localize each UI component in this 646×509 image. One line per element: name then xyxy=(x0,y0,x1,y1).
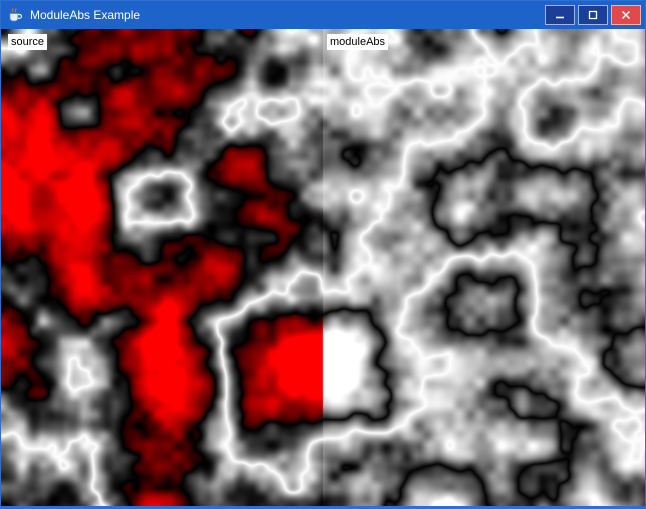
window-title: ModuleAbs Example xyxy=(30,8,140,22)
minimize-icon xyxy=(554,9,566,21)
noise-render-canvas xyxy=(1,29,645,506)
maximize-button[interactable] xyxy=(578,5,608,25)
close-icon xyxy=(620,9,632,21)
titlebar[interactable]: ModuleAbs Example xyxy=(1,1,645,29)
label-moduleabs: moduleAbs xyxy=(327,34,388,50)
close-button[interactable] xyxy=(611,5,641,25)
java-coffee-icon xyxy=(7,7,23,23)
content-area: source moduleAbs xyxy=(1,29,645,506)
application-window: ModuleAbs Example source modu xyxy=(0,0,646,509)
window-controls xyxy=(545,5,645,25)
maximize-icon xyxy=(587,9,599,21)
minimize-button[interactable] xyxy=(545,5,575,25)
label-source: source xyxy=(8,34,47,50)
